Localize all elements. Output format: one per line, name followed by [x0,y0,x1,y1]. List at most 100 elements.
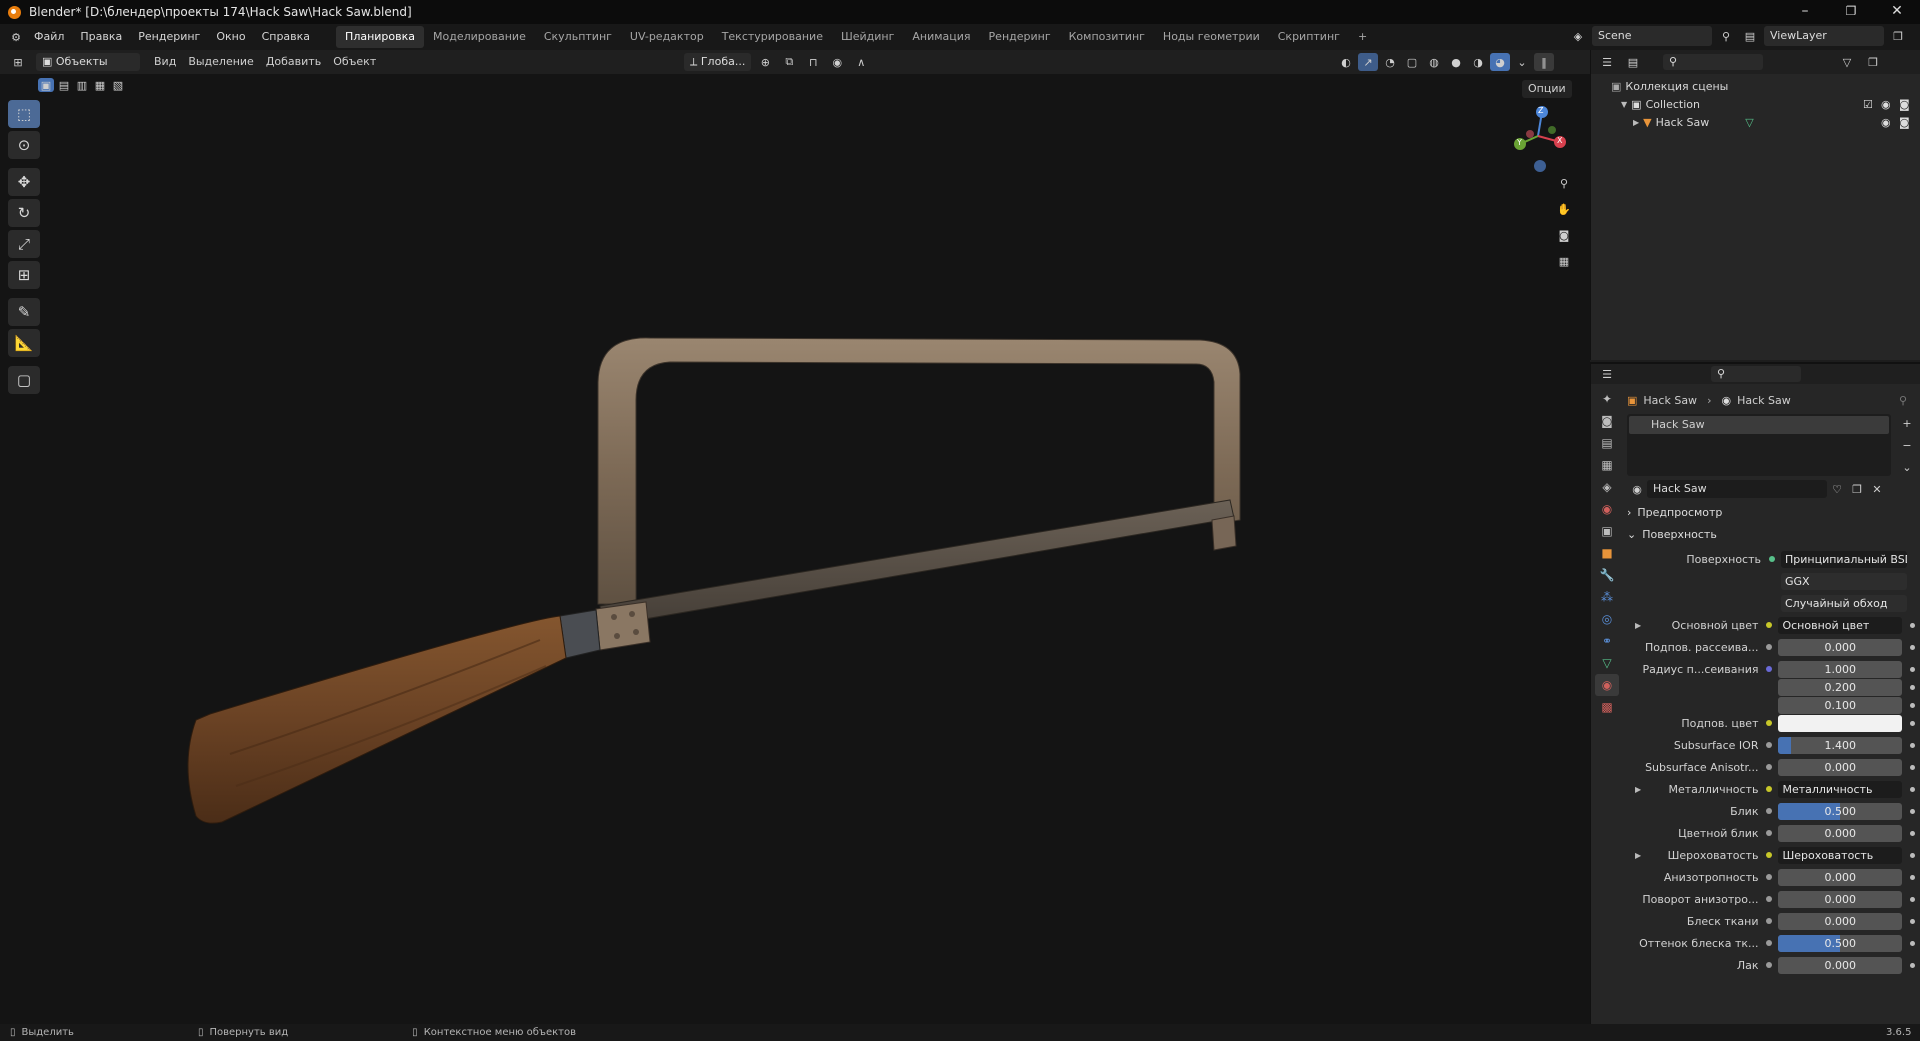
keyframe-dot-icon[interactable] [1910,786,1915,792]
expand-arrow-icon[interactable]: ▶ [1635,785,1641,794]
blender-menu-icon[interactable]: ⚙ [6,28,26,46]
distribution-dropdown[interactable]: GGX [1781,572,1907,590]
slot-menu-icon[interactable]: ⌄ [1897,458,1917,476]
socket-icon[interactable] [1766,962,1773,968]
socket-icon[interactable] [1766,720,1773,726]
texture-tab-icon[interactable]: ▩ [1595,696,1619,718]
tool-tab-icon[interactable]: ✦ [1595,388,1619,410]
numeric-field[interactable]: 0.100 [1778,696,1903,714]
keyframe-dot-icon[interactable] [1910,644,1915,650]
fake-user-icon[interactable]: ♡ [1827,480,1847,498]
tab-sculpting[interactable]: Скульптинг [535,26,621,48]
keyframe-dot-icon[interactable] [1910,622,1915,628]
xray-icon[interactable]: ▢ [1402,53,1422,71]
socket-icon[interactable] [1766,808,1773,814]
transform-tool[interactable]: ⊞ [8,261,40,289]
numeric-field[interactable]: 0.000 [1778,912,1903,930]
socket-icon[interactable] [1766,644,1773,650]
close-button[interactable]: ✕ [1874,0,1920,24]
numeric-field[interactable]: 1.400 [1778,736,1903,754]
material-slot-item[interactable]: Hack Saw [1629,416,1889,434]
numeric-field[interactable]: 0.500 [1778,934,1903,952]
socket-icon[interactable] [1766,742,1773,748]
overlay-toggle-icon[interactable]: ◔ [1380,53,1400,71]
tab-texture-paint[interactable]: Текстурирование [713,26,832,48]
numeric-field[interactable]: 1.000 [1778,660,1903,678]
render-tab-icon[interactable]: ◙ [1595,410,1619,432]
material-name-field[interactable]: Hack Saw [1647,480,1827,498]
filter-icon[interactable]: ▽ [1837,53,1857,71]
navigation-gizmo[interactable]: Z Y X [1508,102,1572,174]
color-swatch[interactable] [1778,714,1903,732]
grid-perspective-icon[interactable]: ▦ [1554,252,1574,270]
keyframe-dot-icon[interactable] [1910,666,1915,672]
camera-render-icon[interactable]: ◙ [1899,96,1910,114]
data-tab-icon[interactable]: ▽ [1595,652,1619,674]
socket-icon[interactable] [1766,918,1773,924]
keyframe-dot-icon[interactable] [1910,918,1915,924]
gizmo-toggle-icon[interactable]: ↗ [1358,53,1378,71]
numeric-field[interactable]: 0.000 [1778,956,1903,974]
modifier-tab-icon[interactable]: 🔧 [1595,564,1619,586]
keyframe-dot-icon[interactable] [1910,742,1915,748]
snap-icon[interactable]: ⧉ [779,53,799,71]
shading-material-icon[interactable]: ◑ [1468,53,1488,71]
numeric-field[interactable]: 0.000 [1778,758,1903,776]
keyframe-dot-icon[interactable] [1910,684,1915,690]
socket-icon[interactable] [1766,874,1773,880]
pivot-icon[interactable]: ⊕ [755,53,775,71]
cursor-tool[interactable]: ⊙ [8,131,40,159]
properties-search-input[interactable]: ⚲ [1711,366,1801,382]
new-collection-icon[interactable]: ❐ [1863,53,1883,71]
properties-editor-type-icon[interactable]: ☰ [1597,365,1617,383]
menu-select[interactable]: Выделение [182,53,260,71]
move-tool[interactable]: ✥ [8,168,40,196]
3d-viewport[interactable]: ▣ ▤ ▥ ▦ ▧ Опции Z Y X ⚲ ✋ ◙ ▦ [0,74,1590,1024]
menu-window[interactable]: Окно [208,26,253,48]
scale-tool[interactable]: ⤢ [8,230,40,258]
zoom-icon[interactable]: ⚲ [1554,174,1574,192]
numeric-field[interactable]: 0.500 [1778,802,1903,820]
falloff-icon[interactable]: ∧ [851,53,871,71]
outliner-search-input[interactable]: ⚲ [1663,54,1763,70]
tab-geometry-nodes[interactable]: Ноды геометрии [1154,26,1269,48]
keyframe-dot-icon[interactable] [1910,702,1915,708]
menu-help[interactable]: Справка [254,26,318,48]
socket-icon[interactable] [1766,852,1773,858]
select-box-tool[interactable]: ⬚ [8,100,40,128]
menu-file[interactable]: Файл [26,26,72,48]
browse-material-icon[interactable]: ◉ [1627,480,1647,498]
shading-options-icon[interactable]: ⌄ [1512,53,1532,71]
view-layer-selector[interactable]: ViewLayer [1764,26,1884,46]
physics-tab-icon[interactable]: ◎ [1595,608,1619,630]
socket-icon[interactable] [1766,940,1773,946]
scene-icon[interactable]: ◈ [1568,27,1588,45]
tab-layout[interactable]: Планировка [336,26,425,48]
material-tab-icon[interactable]: ◉ [1595,674,1619,696]
keyframe-dot-icon[interactable] [1910,808,1915,814]
constraints-tab-icon[interactable]: ⚭ [1595,630,1619,652]
outliner-scene-collection[interactable]: ▣ Коллекция сцены [1611,78,1920,96]
tab-rendering[interactable]: Рендеринг [980,26,1060,48]
minimize-button[interactable]: – [1782,0,1828,24]
restore-button[interactable]: ❐ [1828,0,1874,24]
menu-render[interactable]: Рендеринг [130,26,208,48]
socket-icon[interactable] [1766,622,1773,628]
object-tab-icon[interactable]: ■ [1595,542,1619,564]
add-cube-tool[interactable]: ▢ [8,366,40,394]
snap-target-icon[interactable]: ⊓ [803,53,823,71]
outliner-object-hack-saw[interactable]: ▶ ▼ Hack Saw ▽ ◉ ◙ [1611,114,1920,132]
unlink-material-icon[interactable]: ✕ [1867,480,1887,498]
remove-slot-icon[interactable]: − [1897,436,1917,454]
editor-type-icon[interactable]: ⊞ [8,53,28,71]
add-slot-icon[interactable]: + [1897,414,1917,432]
surface-panel-header[interactable]: ⌄ Поверхность [1627,526,1915,544]
measure-tool[interactable]: 📐 [8,329,40,357]
visibility-icon[interactable]: ◐ [1336,53,1356,71]
view-layer-tab-icon[interactable]: ▦ [1595,454,1619,476]
shading-solid-icon[interactable]: ● [1446,53,1466,71]
proportional-edit-icon[interactable]: ◉ [827,53,847,71]
world-tab-icon[interactable]: ◉ [1595,498,1619,520]
tab-modeling[interactable]: Моделирование [424,26,535,48]
outliner-collection[interactable]: ▼ ▣ Collection ☑ ◉ ◙ [1611,96,1920,114]
